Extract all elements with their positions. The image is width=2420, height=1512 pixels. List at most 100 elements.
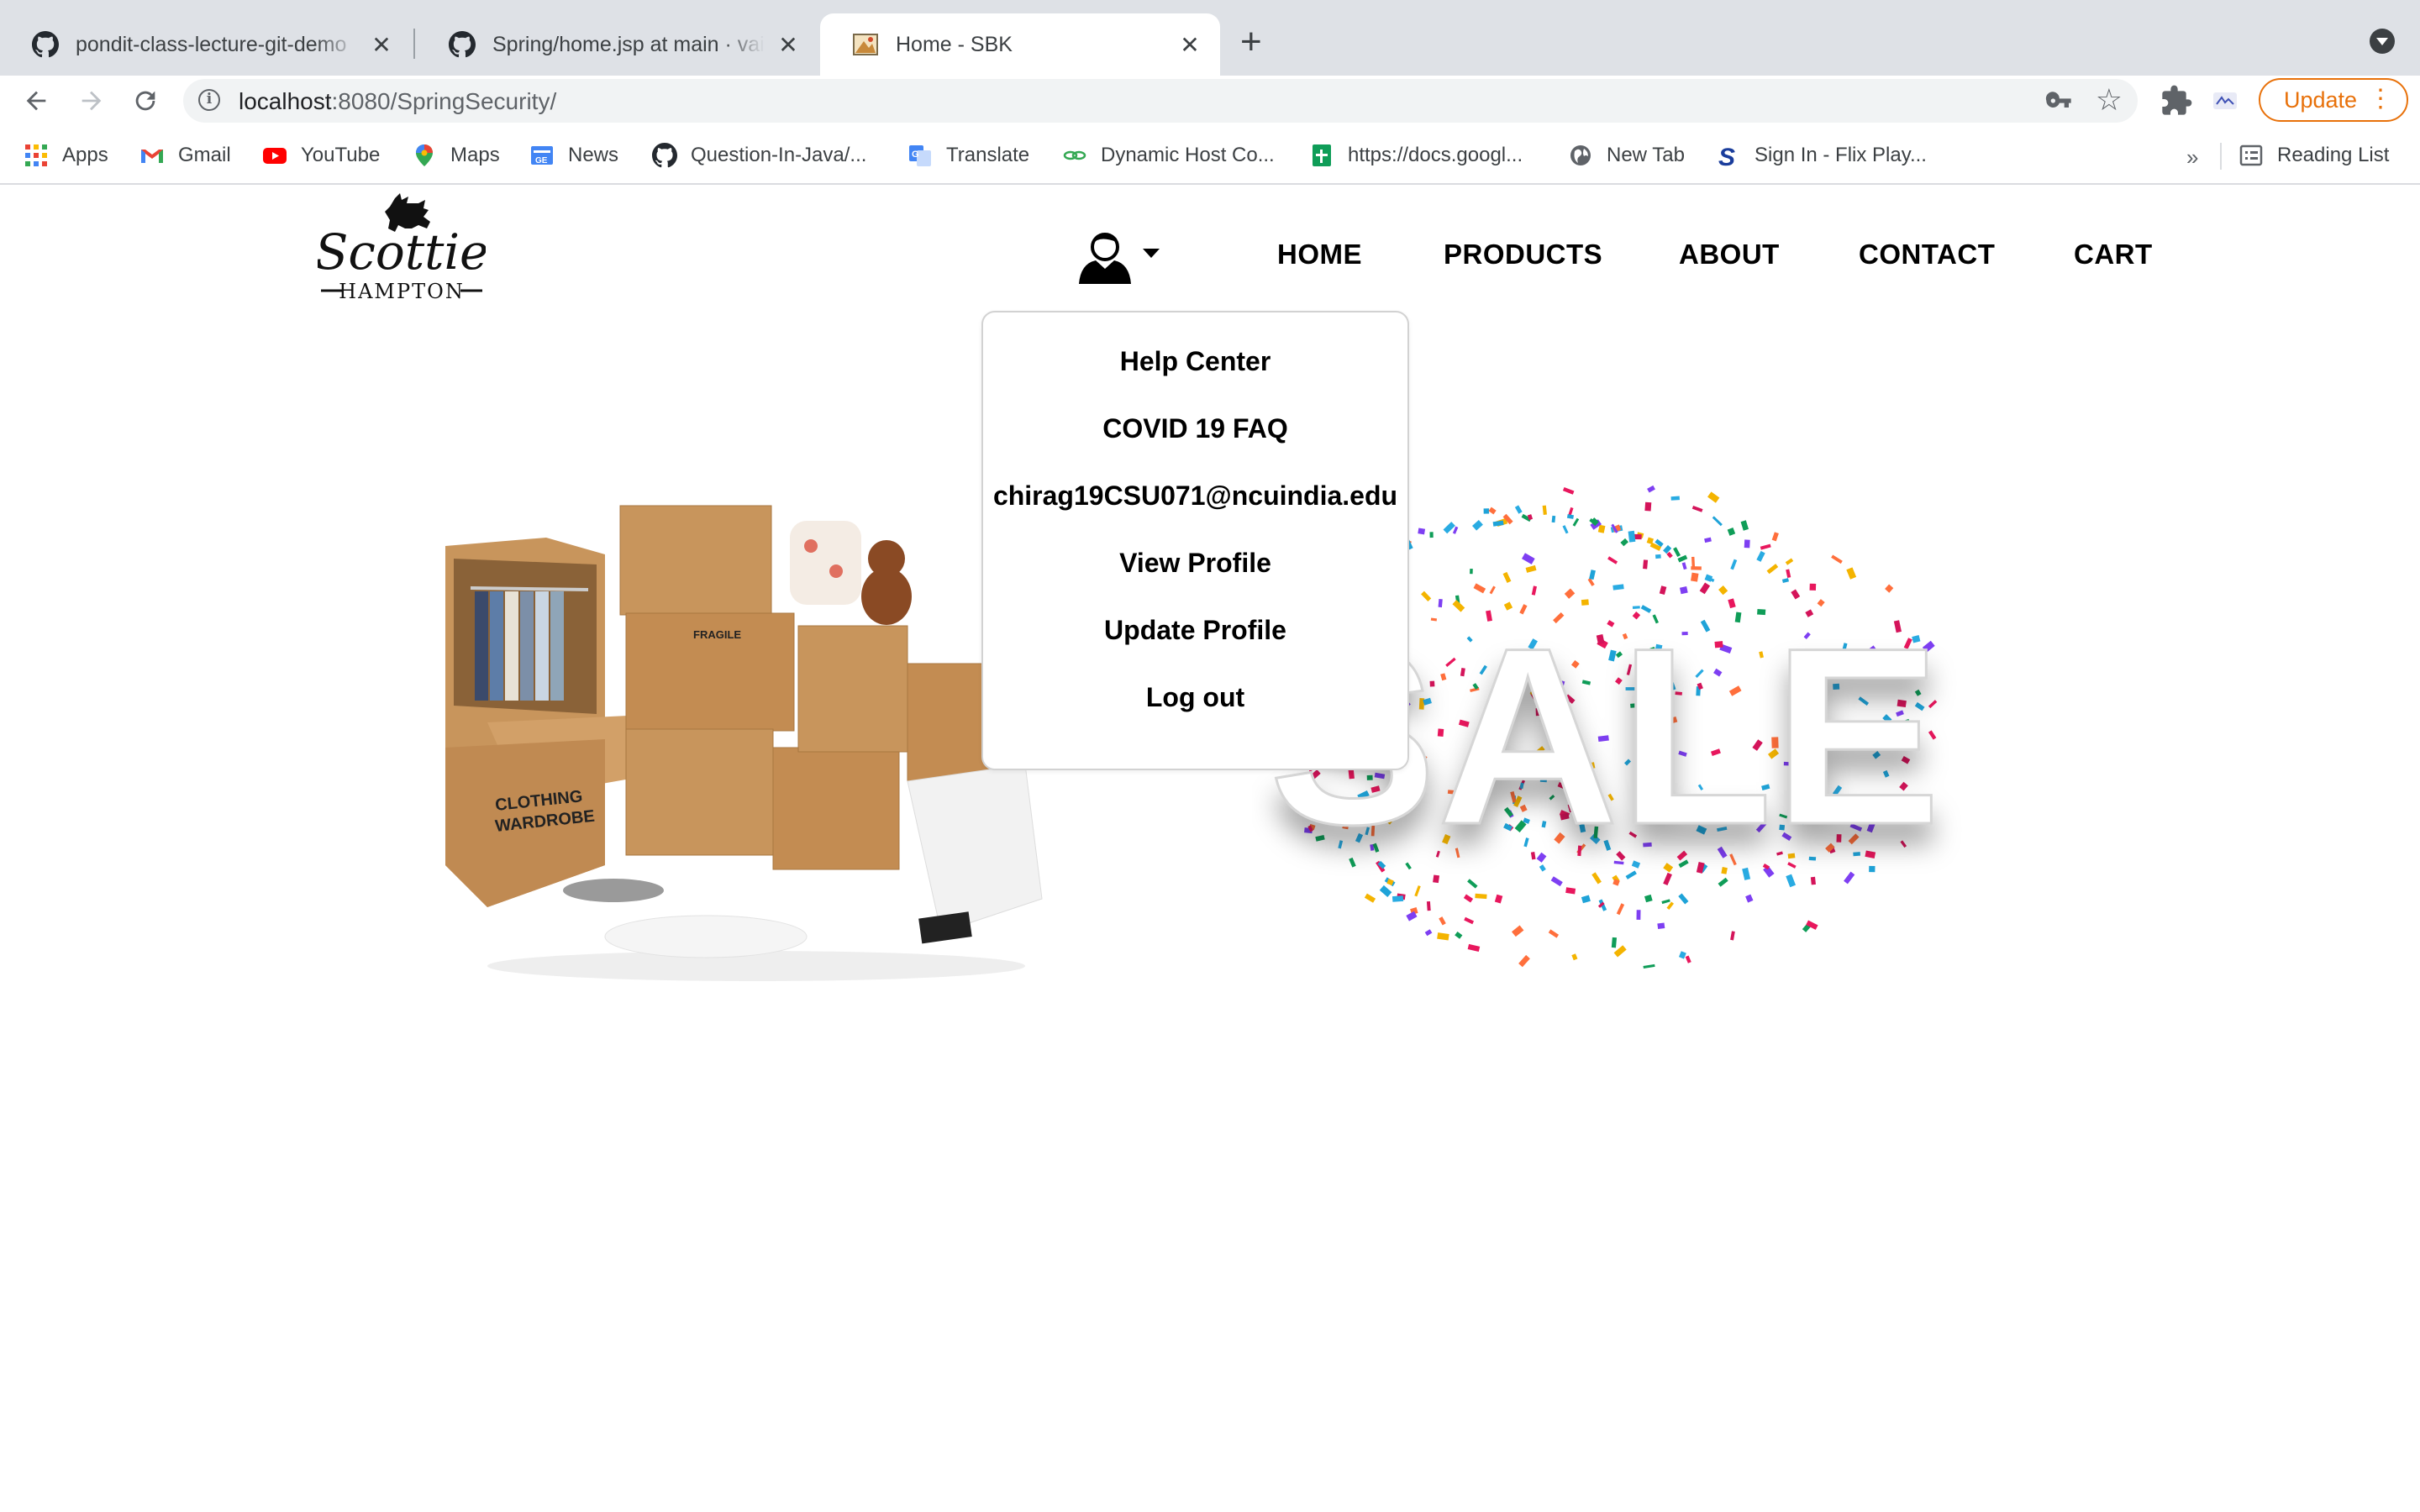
close-icon[interactable]: ✕ xyxy=(368,31,395,59)
bookmark-label: New Tab xyxy=(1607,144,1685,166)
bookmark-flix-play[interactable]: S Sign In - Flix Play... xyxy=(1716,141,1927,170)
new-tab-button[interactable]: + xyxy=(1240,24,1262,60)
close-icon[interactable]: ✕ xyxy=(1176,31,1203,59)
confetti-piece xyxy=(1392,895,1404,902)
nav-about[interactable]: ABOUT xyxy=(1679,239,1780,270)
confetti-piece xyxy=(1518,954,1530,968)
scottie-hampton-logo[interactable]: Scottie HAMPTON xyxy=(318,192,486,301)
bookmarks-overflow-button[interactable]: » xyxy=(2186,144,2198,171)
confetti-piece xyxy=(1661,899,1670,905)
confetti-piece xyxy=(1525,564,1537,573)
tab-spring-home-jsp[interactable]: Spring/home.jsp at main · vaish ✕ xyxy=(417,13,818,76)
menu-update-profile[interactable]: Update Profile xyxy=(983,615,1407,646)
tab-pondit[interactable]: pondit-class-lecture-git-demo ✕ xyxy=(0,13,412,76)
bookmark-label: Dynamic Host Co... xyxy=(1101,144,1275,166)
apps-grid-icon xyxy=(25,144,47,166)
bookmark-youtube[interactable]: YouTube xyxy=(262,141,380,170)
bookmark-google-docs[interactable]: https://docs.googl... xyxy=(1309,141,1523,170)
extensions-puzzle-icon[interactable] xyxy=(2160,84,2193,118)
translate-icon: G xyxy=(909,145,931,166)
bookmark-news[interactable]: GE News xyxy=(529,141,618,170)
menu-log-out[interactable]: Log out xyxy=(983,682,1407,713)
confetti-piece xyxy=(1607,556,1618,564)
confetti-piece xyxy=(1885,584,1894,593)
bookmark-apps[interactable]: Apps xyxy=(24,141,108,170)
confetti-piece xyxy=(1464,916,1475,925)
confetti-piece xyxy=(1475,893,1487,900)
confetti-piece xyxy=(1831,554,1843,564)
s-logo-icon: S xyxy=(1718,144,1735,168)
menu-help-center[interactable]: Help Center xyxy=(983,346,1407,377)
reload-button[interactable] xyxy=(124,76,166,126)
user-account-icon[interactable] xyxy=(1077,230,1166,286)
address-url[interactable]: localhost:8080/SpringSecurity/ xyxy=(239,88,556,115)
gmail-icon xyxy=(141,150,163,163)
menu-covid-faq[interactable]: COVID 19 FAQ xyxy=(983,413,1407,444)
bookmarks-bar: Apps Gmail YouTube Maps GE News Question-… xyxy=(0,126,2420,185)
bookmark-gmail[interactable]: Gmail xyxy=(139,141,231,170)
star-icon[interactable]: ☆ xyxy=(2096,82,2123,118)
confetti-piece xyxy=(1426,900,1431,911)
bookmark-label: Gmail xyxy=(178,144,231,166)
bookmark-question-in-java[interactable]: Question-In-Java/... xyxy=(652,141,866,170)
confetti-piece xyxy=(1756,550,1765,562)
bookmark-translate[interactable]: G Translate xyxy=(908,141,1029,170)
reading-list-button[interactable]: Reading List xyxy=(2238,141,2389,170)
nav-contact[interactable]: CONTACT xyxy=(1859,239,1995,270)
confetti-piece xyxy=(1691,556,1696,569)
nav-home[interactable]: HOME xyxy=(1277,239,1362,270)
confetti-piece xyxy=(1691,572,1699,582)
sheets-icon xyxy=(1313,144,1331,166)
site-info-icon[interactable]: i xyxy=(198,89,220,111)
bookmark-label: Maps xyxy=(450,144,500,166)
svg-text:S: S xyxy=(1718,144,1735,168)
bookmark-dynamic-host[interactable]: Dynamic Host Co... xyxy=(1062,141,1275,170)
close-icon[interactable]: ✕ xyxy=(775,31,802,59)
confetti-piece xyxy=(1562,525,1569,534)
reading-list-label: Reading List xyxy=(2277,144,2390,166)
key-icon[interactable] xyxy=(2045,87,2072,114)
back-button[interactable] xyxy=(15,76,57,126)
chevron-down-icon[interactable] xyxy=(1143,249,1160,258)
confetti-piece xyxy=(1681,562,1687,570)
profile-extension-icon[interactable] xyxy=(2212,87,2238,114)
confetti-piece xyxy=(1740,520,1749,531)
confetti-piece xyxy=(1512,925,1524,937)
confetti-piece xyxy=(1644,501,1652,512)
logo-wordmark: Scottie xyxy=(318,223,486,281)
confetti-piece xyxy=(1730,931,1735,941)
confetti-piece xyxy=(1647,485,1655,493)
confetti-piece xyxy=(1597,524,1606,533)
bookmark-maps[interactable]: Maps xyxy=(412,141,500,170)
bookmark-label: Translate xyxy=(946,144,1030,166)
nav-cart[interactable]: CART xyxy=(2074,239,2153,270)
address-host: localhost xyxy=(239,88,332,114)
youtube-icon xyxy=(263,148,287,164)
confetti-piece xyxy=(1643,963,1655,969)
confetti-piece xyxy=(1548,929,1560,938)
tab-home-sbk[interactable]: Home - SBK ✕ xyxy=(820,13,1220,76)
confetti-piece xyxy=(1766,564,1779,575)
bookmark-new-tab[interactable]: New Tab xyxy=(1568,141,1685,170)
update-label: Update xyxy=(2284,87,2358,113)
forward-button[interactable] xyxy=(71,76,113,126)
confetti-piece xyxy=(1572,517,1580,527)
more-vert-icon[interactable]: ⋮ xyxy=(2368,87,2393,112)
confetti-piece xyxy=(1620,538,1628,547)
address-bar[interactable]: i localhost:8080/SpringSecurity/ ☆ xyxy=(183,79,2138,123)
confetti-piece xyxy=(1470,568,1473,575)
tab-search-button[interactable] xyxy=(2370,29,2395,54)
update-button[interactable]: Update ⋮ xyxy=(2259,78,2408,122)
confetti-piece xyxy=(1670,496,1680,501)
confetti-piece xyxy=(1781,578,1789,583)
moving-boxes-image: CLOTHING WARDROBE FRAGILE xyxy=(445,505,1043,981)
confetti-piece xyxy=(1679,585,1688,595)
maps-pin-icon xyxy=(416,144,433,166)
nav-products[interactable]: PRODUCTS xyxy=(1444,239,1602,270)
confetti-piece xyxy=(1418,528,1426,535)
confetti-piece xyxy=(1542,505,1547,515)
box-label: FRAGILE xyxy=(693,628,741,641)
confetti-piece xyxy=(1562,486,1575,495)
menu-view-profile[interactable]: View Profile xyxy=(983,548,1407,579)
confetti-piece xyxy=(1666,551,1673,559)
